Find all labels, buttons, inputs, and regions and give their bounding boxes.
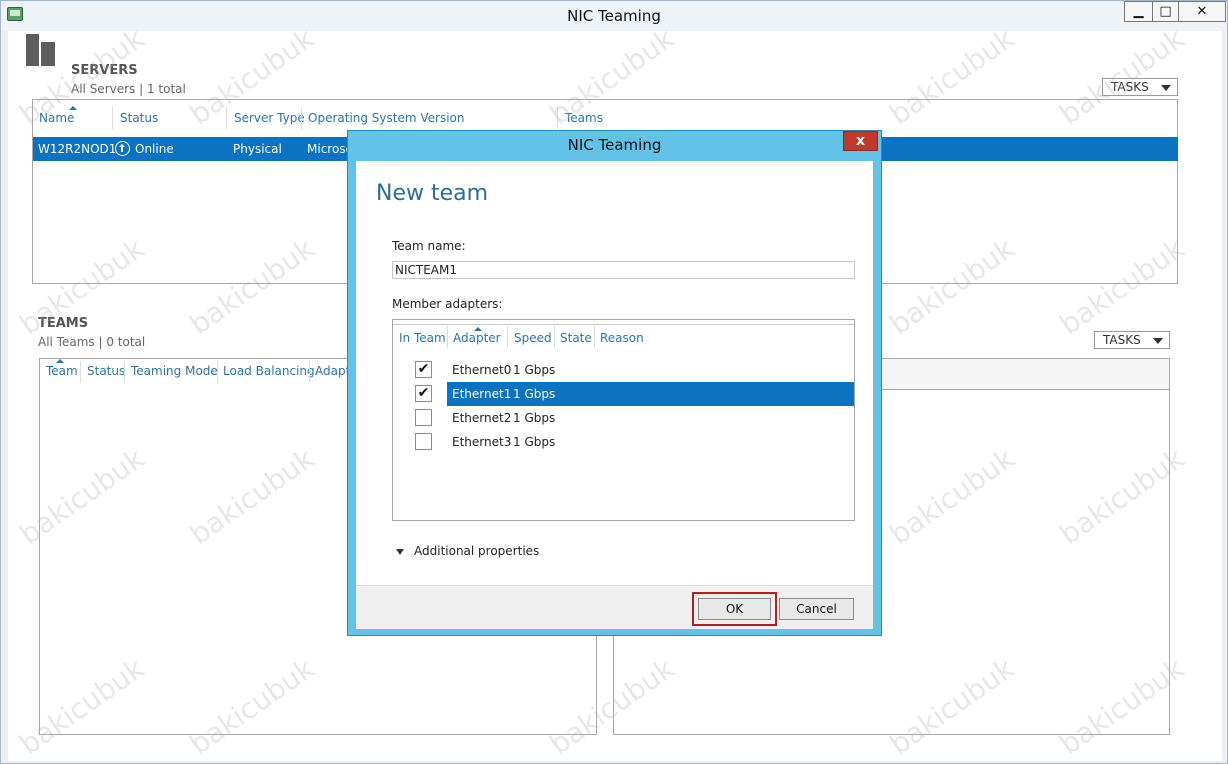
adapters-col-speed[interactable]: Speed xyxy=(514,331,552,345)
servers-col-server-type[interactable]: Server Type xyxy=(234,111,305,125)
server-os: Microsc xyxy=(307,142,353,156)
column-divider xyxy=(507,326,508,348)
online-status-icon xyxy=(115,141,130,156)
member-adapters-list: In Team Adapter Speed State Reason ✔ Eth… xyxy=(392,319,855,521)
in-team-checkbox[interactable]: ✔ xyxy=(415,361,432,378)
adapter-name: Ethernet3 xyxy=(452,435,512,449)
tasks-label: TASKS xyxy=(1103,333,1141,347)
adapter-name: Ethernet1 xyxy=(452,387,512,401)
team-name-input[interactable]: NICTEAM1 xyxy=(392,261,855,279)
sort-ascending-icon xyxy=(69,106,77,110)
adapters-col-state[interactable]: State xyxy=(560,331,592,345)
new-team-dialog: NIC Teaming x New team Team name: NICTEA… xyxy=(347,130,882,636)
dialog-heading: New team xyxy=(376,181,489,206)
window-title: NIC Teaming xyxy=(567,7,661,25)
adapters-col-reason[interactable]: Reason xyxy=(600,331,644,345)
dialog-title: NIC Teaming xyxy=(567,136,662,154)
additional-properties-label: Additional properties xyxy=(414,544,540,558)
teams-title: TEAMS xyxy=(38,316,89,331)
servers-subtitle: All Servers | 1 total xyxy=(71,82,186,96)
chevron-down-icon xyxy=(396,548,404,555)
teams-tasks-dropdown[interactable]: TASKS xyxy=(1094,331,1170,349)
sort-ascending-icon xyxy=(56,359,64,363)
server-name: W12R2NOD1 xyxy=(38,142,117,156)
tasks-label: TASKS xyxy=(1111,80,1149,94)
in-team-checkbox[interactable]: ✔ xyxy=(415,385,432,402)
member-adapters-label: Member adapters: xyxy=(392,297,503,311)
adapters-col-in-team[interactable]: In Team xyxy=(399,331,446,345)
adapter-speed: 1 Gbps xyxy=(513,411,556,425)
adapter-row[interactable]: ✔ Ethernet1 1 Gbps xyxy=(393,382,854,406)
title-bar: NIC Teaming ▁ □ ✕ xyxy=(1,1,1227,31)
servers-title: SERVERS xyxy=(71,63,138,78)
in-team-checkbox[interactable] xyxy=(415,433,432,450)
teams-col-teaming-mode[interactable]: Teaming Mode xyxy=(131,364,218,378)
column-divider xyxy=(80,361,81,383)
adapter-row[interactable]: Ethernet3 1 Gbps xyxy=(393,430,854,454)
dialog-body: New team Team name: NICTEAM1 Member adap… xyxy=(356,161,873,629)
maximize-button[interactable]: □ xyxy=(1152,1,1179,22)
chevron-down-icon xyxy=(1161,85,1171,91)
ok-button[interactable]: OK xyxy=(698,598,771,620)
server-status: Online xyxy=(135,142,174,156)
column-divider xyxy=(309,361,310,383)
team-name-label: Team name: xyxy=(392,239,466,253)
servers-col-teams[interactable]: Teams xyxy=(565,111,603,125)
column-divider xyxy=(447,326,448,348)
teams-col-team[interactable]: Team xyxy=(46,364,78,378)
chevron-down-icon xyxy=(1153,338,1163,344)
dialog-footer: OK Cancel xyxy=(356,585,873,629)
teams-col-adapters[interactable]: Adapt xyxy=(315,364,350,378)
teams-subtitle: All Teams | 0 total xyxy=(38,335,146,349)
servers-tasks-dropdown[interactable]: TASKS xyxy=(1102,78,1178,96)
close-button[interactable]: ✕ xyxy=(1178,1,1226,22)
servers-col-status[interactable]: Status xyxy=(120,111,158,125)
adapter-speed: 1 Gbps xyxy=(513,387,556,401)
teams-col-status[interactable]: Status xyxy=(87,364,125,378)
list-header-divider xyxy=(393,320,854,325)
adapter-speed: 1 Gbps xyxy=(513,435,556,449)
dialog-close-button[interactable]: x xyxy=(843,131,878,151)
adapter-row[interactable]: Ethernet2 1 Gbps xyxy=(393,406,854,430)
servers-col-name[interactable]: Name xyxy=(39,111,74,125)
minimize-button[interactable]: ▁ xyxy=(1124,1,1153,22)
adapter-name: Ethernet2 xyxy=(452,411,512,425)
column-divider xyxy=(554,326,555,348)
adapter-name: Ethernet0 xyxy=(452,363,512,377)
column-divider xyxy=(217,361,218,383)
column-divider xyxy=(301,107,302,129)
column-divider xyxy=(226,107,227,129)
cancel-button[interactable]: Cancel xyxy=(779,598,854,620)
adapter-row[interactable]: ✔ Ethernet0 1 Gbps xyxy=(393,358,854,382)
in-team-checkbox[interactable] xyxy=(415,409,432,426)
column-divider xyxy=(124,361,125,383)
adapter-speed: 1 Gbps xyxy=(513,363,556,377)
column-divider xyxy=(557,107,558,129)
servers-col-os-version[interactable]: Operating System Version xyxy=(308,111,465,125)
teams-col-load-balancing[interactable]: Load Balancing xyxy=(223,364,315,378)
adapters-col-adapter[interactable]: Adapter xyxy=(453,331,501,345)
server-icon xyxy=(26,34,56,66)
column-divider xyxy=(594,326,595,348)
column-divider xyxy=(112,107,113,129)
server-type: Physical xyxy=(233,142,282,156)
additional-properties-expander[interactable]: Additional properties xyxy=(396,544,539,558)
